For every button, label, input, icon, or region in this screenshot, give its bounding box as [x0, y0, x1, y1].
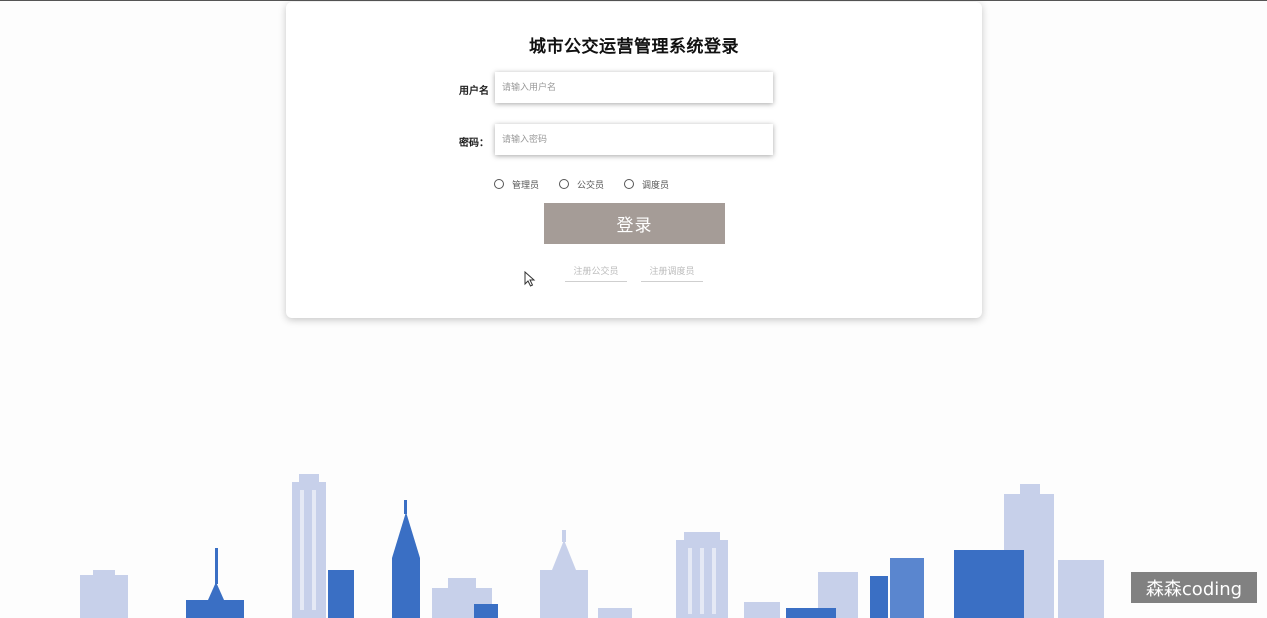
role-option-admin[interactable]: 管理员: [494, 178, 539, 191]
role-label: 公交员: [577, 180, 605, 191]
register-dispatcher-link[interactable]: 注册调度员: [641, 260, 703, 282]
radio-circle-icon[interactable]: [494, 179, 504, 189]
radio-circle-icon[interactable]: [624, 179, 635, 189]
login-button[interactable]: 登录: [544, 203, 725, 244]
role-label: 管理员: [512, 180, 540, 191]
register-bus-staff-link[interactable]: 注册公交员: [565, 260, 627, 282]
login-card: 城市公交运营管理系统登录 用户名 密码： 管理员 公交员 调度员 登录 注册公交…: [286, 2, 982, 318]
username-label: 用户名: [459, 86, 489, 97]
password-label: 密码：: [459, 138, 489, 149]
role-radio-group: 管理员 公交员 调度员: [494, 177, 689, 191]
top-border-line: [0, 0, 1267, 1]
role-option-dispatcher[interactable]: 调度员: [624, 178, 669, 191]
role-label: 调度员: [642, 180, 670, 191]
password-input[interactable]: [495, 124, 773, 155]
watermark: 森森coding: [1131, 572, 1257, 603]
city-skyline-illustration: [80, 474, 1104, 618]
radio-circle-icon[interactable]: [559, 179, 570, 189]
role-option-bus-staff[interactable]: 公交员: [559, 178, 604, 191]
mouse-pointer-icon: [524, 271, 536, 287]
username-input[interactable]: [495, 72, 773, 103]
login-title: 城市公交运营管理系统登录: [529, 37, 739, 57]
